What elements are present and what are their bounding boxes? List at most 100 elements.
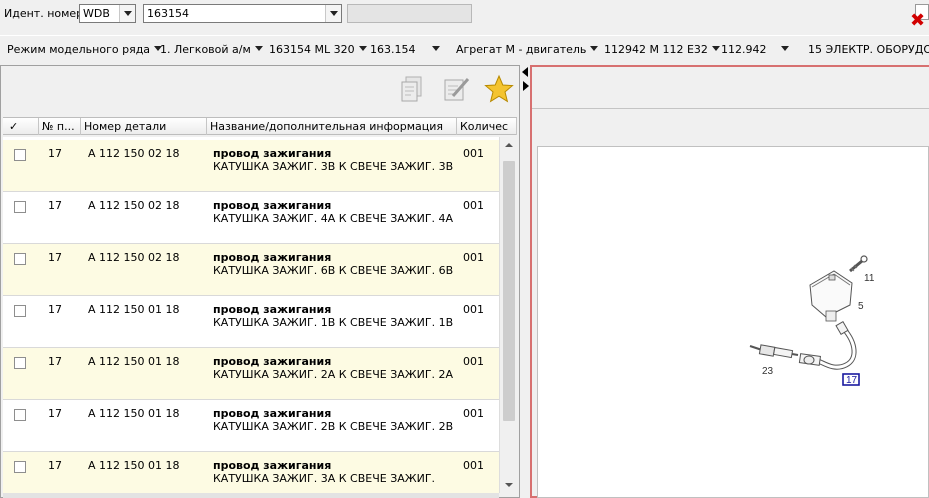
table-row[interactable]: 17 A 112 150 01 18 провод зажигания КАТУШ… — [3, 348, 499, 400]
scroll-down-button[interactable] — [501, 477, 517, 493]
filter-label: 112942 M 112 E32 — [604, 43, 708, 56]
callout-11[interactable]: 11 — [864, 273, 875, 284]
ignition-coil-drawing[interactable] — [809, 270, 853, 322]
row-info: КАТУШКА ЗАЖИГ. 2B К СВЕЧЕ ЗАЖИГ. 2B — [213, 420, 454, 433]
callout-5[interactable]: 5 — [858, 301, 864, 312]
chevron-down-icon — [358, 46, 367, 51]
row-checkbox[interactable] — [14, 149, 26, 161]
table-row[interactable]: 17 A 112 150 02 18 провод зажигания КАТУШ… — [3, 140, 499, 192]
copy-to-list-icon[interactable] — [397, 74, 427, 104]
row-name-cell: провод зажигания КАТУШКА ЗАЖИГ. 3B К СВЕЧ… — [213, 147, 463, 173]
chevron-down-icon — [780, 46, 789, 51]
row-checkbox[interactable] — [14, 201, 26, 213]
favorites-star-icon[interactable] — [484, 74, 514, 104]
table-row[interactable]: 17 A 112 150 01 18 провод зажигания КАТУШ… — [3, 400, 499, 452]
table-row[interactable]: 17 A 112 150 02 18 провод зажигания КАТУШ… — [3, 192, 499, 244]
filter-label: Режим модельного ряда — [7, 43, 151, 56]
row-qty: 001 — [463, 407, 484, 420]
filter-label: 112.942 — [721, 43, 767, 56]
chevron-down-icon[interactable] — [119, 5, 135, 22]
col-qty-header[interactable]: Количес — [457, 118, 517, 135]
panel-splitter[interactable] — [521, 65, 530, 498]
row-name: провод зажигания — [213, 459, 332, 472]
exploded-diagram-canvas[interactable]: 11 5 17 23 — [537, 146, 929, 498]
ident-extra-field[interactable] — [347, 4, 472, 23]
parts-grid-hscroll[interactable] — [3, 493, 499, 498]
row-partno: A 112 150 01 18 — [88, 459, 180, 472]
filter-aggregate-dropdown[interactable]: Агрегат М - двигатель — [456, 43, 599, 56]
row-checkbox[interactable] — [14, 409, 26, 421]
filter-engine-dropdown[interactable]: 112942 M 112 E32 — [604, 43, 720, 56]
filter-model-dropdown[interactable]: 163154 ML 320 — [269, 43, 367, 56]
table-row[interactable]: 17 A 112 150 01 18 провод зажигания КАТУШ… — [3, 452, 499, 493]
col-pos-header[interactable]: № п... — [39, 118, 81, 135]
row-name-cell: провод зажигания КАТУШКА ЗАЖИГ. 1B К СВЕЧ… — [213, 303, 463, 329]
ident-label: Идент. номер — [4, 7, 84, 20]
row-name: провод зажигания — [213, 147, 332, 160]
row-qty: 001 — [463, 199, 484, 212]
col-partno-header[interactable]: Номер детали — [81, 118, 207, 135]
edit-notes-icon[interactable] — [441, 74, 471, 104]
row-checkbox[interactable] — [14, 305, 26, 317]
row-qty: 001 — [463, 459, 484, 472]
filter-mode-dropdown[interactable]: Режим модельного ряда — [7, 43, 163, 56]
row-partno: A 112 150 01 18 — [88, 303, 180, 316]
parts-grid-header: ✓ № п... Номер детали Название/дополните… — [3, 117, 517, 135]
ident-prefix-value: WDB — [83, 7, 110, 20]
close-icon[interactable]: ✖ — [910, 4, 929, 30]
row-checkbox[interactable] — [14, 461, 26, 473]
table-row[interactable]: 17 A 112 150 01 18 провод зажигания КАТУШ… — [3, 296, 499, 348]
coil-bolt-drawing[interactable] — [849, 255, 868, 273]
ident-bar: Идент. номер WDB 163154 ✖ — [0, 0, 929, 30]
parts-grid-vscroll[interactable] — [499, 137, 517, 493]
table-row[interactable]: 17 A 112 150 02 18 провод зажигания КАТУШ… — [3, 244, 499, 296]
filter-label: 1. Легковой а/м — [160, 43, 251, 56]
row-partno: A 112 150 02 18 — [88, 147, 180, 160]
ident-number-combo[interactable]: 163154 — [143, 4, 342, 23]
filter-label: 163154 ML 320 — [269, 43, 355, 56]
scroll-thumb[interactable] — [503, 161, 515, 421]
ignition-wire-drawing[interactable] — [798, 320, 857, 370]
callout-17[interactable]: 17 — [846, 375, 858, 386]
row-pos: 17 — [48, 355, 62, 368]
expand-right-icon[interactable] — [523, 81, 529, 91]
filter-group-dropdown[interactable]: 15 ЭЛЕКТР. ОБОРУДОВА — [808, 43, 929, 56]
filter-engine-code-dropdown[interactable]: 112.942 — [721, 43, 789, 56]
row-info: КАТУШКА ЗАЖИГ. 4A К СВЕЧЕ ЗАЖИГ. 4A — [213, 212, 454, 225]
row-qty: 001 — [463, 251, 484, 264]
row-pos: 17 — [48, 459, 62, 472]
row-name: провод зажигания — [213, 303, 332, 316]
parts-grid: 17 A 112 150 02 18 провод зажигания КАТУШ… — [3, 137, 499, 493]
row-info: КАТУШКА ЗАЖИГ. 6B К СВЕЧЕ ЗАЖИГ. 6B — [213, 264, 454, 277]
row-checkbox[interactable] — [14, 357, 26, 369]
model-filter-bar: Режим модельного ряда 1. Легковой а/м 16… — [0, 35, 929, 61]
callout-23[interactable]: 23 — [762, 366, 774, 377]
filter-label: 163.154 — [370, 43, 416, 56]
row-pos: 17 — [48, 147, 62, 160]
filter-vehicle-type-dropdown[interactable]: 1. Легковой а/м — [160, 43, 263, 56]
col-name-header[interactable]: Название/дополнительная информация — [207, 118, 457, 135]
row-pos: 17 — [48, 303, 62, 316]
row-name-cell: провод зажигания КАТУШКА ЗАЖИГ. 2B К СВЕЧ… — [213, 407, 463, 433]
filter-model-code-dropdown[interactable]: 163.154 — [370, 43, 440, 56]
diagram-panel: 11 5 17 23 — [530, 65, 929, 498]
row-partno: A 112 150 01 18 — [88, 355, 180, 368]
row-checkbox[interactable] — [14, 253, 26, 265]
row-name: провод зажигания — [213, 199, 332, 212]
row-partno: A 112 150 02 18 — [88, 251, 180, 264]
row-name: провод зажигания — [213, 407, 332, 420]
chevron-down-icon[interactable] — [325, 5, 341, 22]
spark-plug-drawing[interactable] — [749, 344, 799, 359]
ignition-diagram: 11 5 17 23 — [749, 255, 875, 386]
scroll-up-button[interactable] — [501, 137, 517, 153]
row-name-cell: провод зажигания КАТУШКА ЗАЖИГ. 4A К СВЕЧ… — [213, 199, 463, 225]
row-partno: A 112 150 01 18 — [88, 407, 180, 420]
col-check-header[interactable]: ✓ — [3, 118, 39, 135]
ident-number-value: 163154 — [147, 7, 189, 20]
row-qty: 001 — [463, 303, 484, 316]
collapse-left-icon[interactable] — [522, 67, 528, 77]
ident-prefix-select[interactable]: WDB — [79, 4, 136, 23]
chevron-down-icon — [254, 46, 263, 51]
parts-list-panel: ✓ № п... Номер детали Название/дополните… — [0, 65, 520, 498]
row-info: КАТУШКА ЗАЖИГ. 1B К СВЕЧЕ ЗАЖИГ. 1B — [213, 316, 454, 329]
